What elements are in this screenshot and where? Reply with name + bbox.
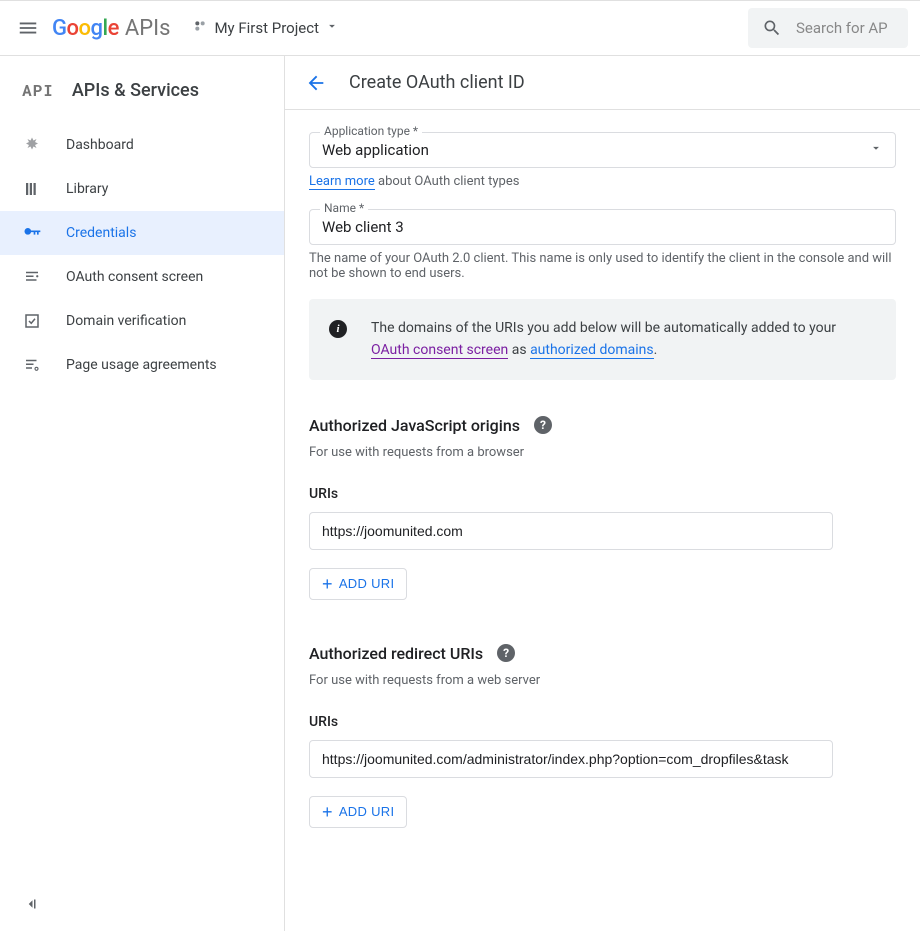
redirect-uris-label: URIs [309,714,896,730]
search-icon [762,18,782,38]
sidebar-item-label: Page usage agreements [66,357,217,373]
sidebar-item-domain-verification[interactable]: Domain verification [0,299,284,343]
add-js-origin-uri-button[interactable]: + ADD URI [309,568,407,600]
check-icon [22,311,42,331]
learn-more-link[interactable]: Learn more [309,174,375,190]
back-arrow-icon[interactable] [305,72,327,94]
sidebar-item-page-usage-agreements[interactable]: Page usage agreements [0,343,284,387]
info-icon: i [329,320,347,338]
hamburger-menu-icon[interactable] [16,16,40,40]
js-origins-section: Authorized JavaScript origins ? For use … [309,416,896,600]
google-apis-logo[interactable]: Google APIs [52,16,170,41]
sidebar-item-label: Library [66,181,108,197]
banner-text-mid: as [508,342,530,358]
sidebar-item-label: Domain verification [66,313,186,329]
sidebar-item-label: Dashboard [66,137,134,153]
redirect-uri-input[interactable] [309,740,833,778]
help-icon[interactable]: ? [497,644,515,662]
application-type-select[interactable]: Application type * Web application [309,132,896,168]
top-bar: Google APIs My First Project Search for … [0,0,920,56]
authorized-domains-link[interactable]: authorized domains [530,342,654,359]
plus-icon: + [322,575,333,593]
oauth-consent-link[interactable]: OAuth consent screen [371,342,508,359]
name-helper-text: The name of your OAuth 2.0 client. This … [309,251,896,281]
search-box[interactable]: Search for AP [748,8,908,48]
dropdown-triangle-icon [325,19,339,37]
sidebar-title: APIs & Services [72,80,199,101]
redirect-uris-section: Authorized redirect URIs ? For use with … [309,644,896,828]
sidebar-item-label: Credentials [66,225,136,241]
sidebar-item-credentials[interactable]: Credentials [0,211,284,255]
js-origins-sub: For use with requests from a browser [309,445,896,460]
application-type-label: Application type * [320,124,422,138]
sidebar: API APIs & Services Dashboard Library Cr… [0,56,285,931]
help-icon[interactable]: ? [534,416,552,434]
api-badge-icon: API [22,80,54,101]
info-banner: i The domains of the URIs you add below … [309,299,896,380]
sidebar-item-label: OAuth consent screen [66,269,203,285]
sidebar-item-library[interactable]: Library [0,167,284,211]
js-origin-uri-input[interactable] [309,512,833,550]
name-value: Web client 3 [322,218,404,236]
search-placeholder: Search for AP [796,19,888,37]
dashboard-icon [22,135,42,155]
project-name: My First Project [214,19,319,37]
add-uri-label: ADD URI [339,804,395,819]
logo-apis-text: APIs [125,16,171,41]
application-type-value: Web application [322,141,429,159]
content-area: Create OAuth client ID Application type … [285,56,920,931]
js-origins-heading: Authorized JavaScript origins [309,416,520,435]
consent-icon [22,267,42,287]
key-icon [22,223,42,243]
redirect-uris-heading: Authorized redirect URIs [309,644,483,663]
sidebar-item-dashboard[interactable]: Dashboard [0,123,284,167]
banner-text-pre: The domains of the URIs you add below wi… [371,320,836,336]
redirect-uris-sub: For use with requests from a web server [309,673,896,688]
project-picker[interactable]: My First Project [192,18,339,38]
dropdown-triangle-icon [869,141,883,159]
name-label: Name * [320,201,368,215]
js-origins-uris-label: URIs [309,486,896,502]
add-uri-label: ADD URI [339,576,395,591]
project-dots-icon [192,18,208,38]
plus-icon: + [322,803,333,821]
add-redirect-uri-button[interactable]: + ADD URI [309,796,407,828]
agreement-icon [22,355,42,375]
app-type-helper-text: about OAuth client types [375,174,520,189]
collapse-sidebar-icon[interactable] [22,895,40,917]
library-icon [22,179,42,199]
banner-text-post: . [654,342,658,358]
sidebar-item-oauth-consent[interactable]: OAuth consent screen [0,255,284,299]
page-title: Create OAuth client ID [349,72,525,93]
name-field[interactable]: Name * Web client 3 [309,209,896,245]
